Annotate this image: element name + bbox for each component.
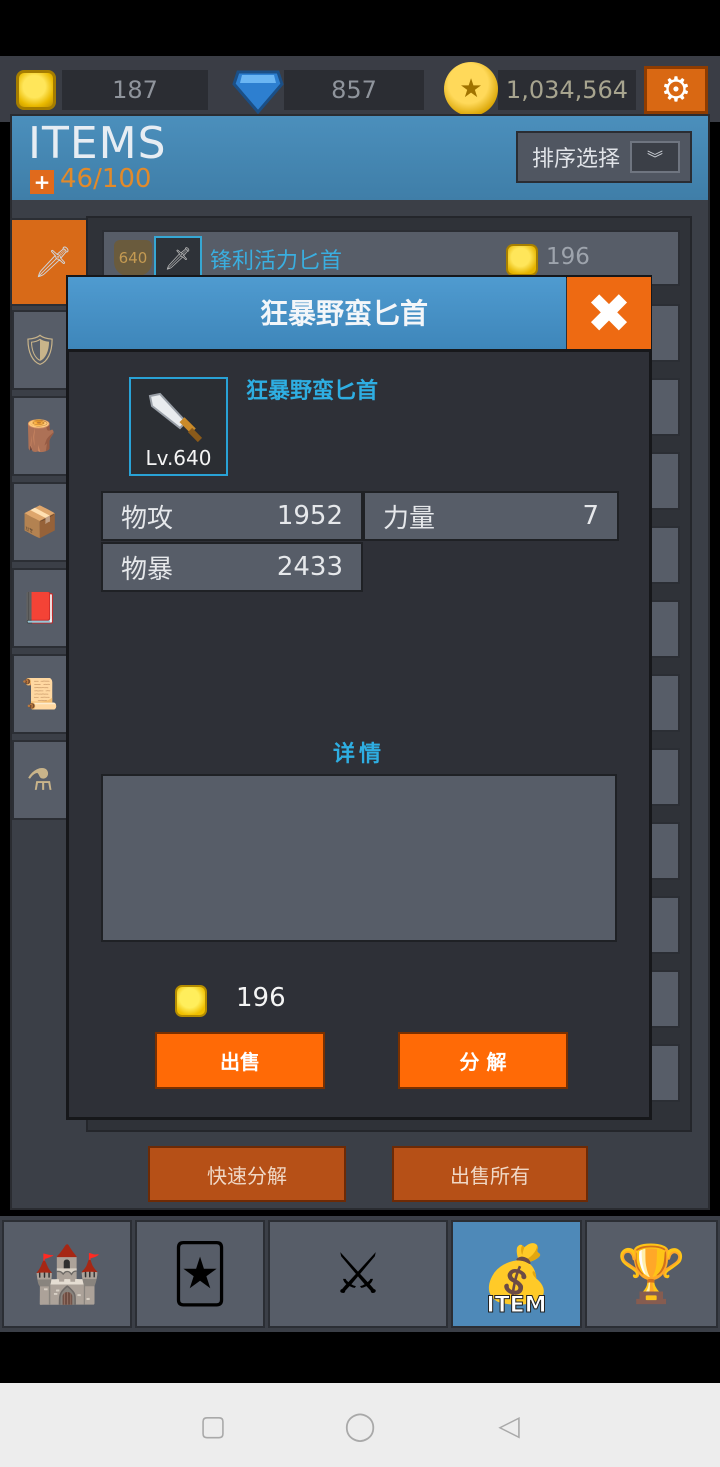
item-level: Lv.640 <box>145 446 212 470</box>
list-item[interactable] <box>652 1044 680 1102</box>
nav-castle[interactable]: 🏰 <box>2 1220 132 1328</box>
divider <box>68 349 650 352</box>
list-item[interactable] <box>652 304 680 362</box>
sell-button[interactable]: 出售 <box>155 1032 325 1089</box>
item-level-badge: 640 <box>114 240 152 276</box>
wood-log-icon: 🪵 <box>21 418 59 454</box>
nav-battle[interactable]: ⚔ <box>268 1220 448 1328</box>
sell-all-button[interactable]: 出售所有 <box>392 1146 588 1202</box>
close-button[interactable]: ✖ <box>567 277 651 349</box>
sort-label: 排序选择 <box>532 147 621 172</box>
circle-icon: ◯ <box>344 1408 376 1442</box>
tab-materials[interactable]: 🪵 <box>12 396 68 476</box>
coins-value: 187 <box>62 70 208 110</box>
tab-scrolls[interactable]: 📜 <box>12 654 68 734</box>
stat-value: 2433 <box>276 552 343 582</box>
square-icon: ▢ <box>199 1408 227 1442</box>
stat-physical-attack: 物攻 1952 <box>101 491 363 541</box>
tab-potions[interactable]: ⚗ <box>12 740 68 820</box>
list-item[interactable] <box>652 600 680 658</box>
sell-price: 196 <box>236 983 286 1013</box>
chest-icon: 📦 <box>21 504 59 540</box>
stat-label: 物暴 <box>121 554 174 585</box>
gold-star-icon: ★ <box>444 62 498 116</box>
list-item-price: 196 <box>546 244 590 270</box>
settings-button[interactable]: ⚙ <box>644 66 708 114</box>
potion-icon: ⚗ <box>26 762 54 798</box>
back-triangle-icon: ◁ <box>498 1408 520 1442</box>
nav-trophy[interactable]: 🏆 <box>585 1220 718 1328</box>
modal-title: 狂暴野蛮匕首 <box>259 297 428 330</box>
chevron-down-icon: ︾ <box>630 141 680 173</box>
list-item[interactable] <box>652 896 680 954</box>
item-name: 狂暴野蛮匕首 <box>246 379 379 404</box>
stat-strength: 力量 7 <box>363 491 619 541</box>
stat-value: 7 <box>582 501 599 531</box>
decompose-button[interactable]: 分 解 <box>398 1032 568 1089</box>
recent-apps-button[interactable]: ▢ <box>196 1408 230 1442</box>
tab-armor[interactable]: 🛡 <box>12 310 68 390</box>
nav-items[interactable]: 💰 ITEM <box>451 1220 582 1328</box>
game-screen: 187 857 ★ 1,034,564 ⚙ ITEMS + 46/100 排序选… <box>0 0 720 1467</box>
back-button[interactable]: ◁ <box>492 1408 526 1442</box>
gems-value: 857 <box>284 70 424 110</box>
list-item[interactable] <box>652 674 680 732</box>
scroll-icon: 📜 <box>21 676 59 712</box>
inventory-capacity: 46/100 <box>60 164 152 194</box>
tab-books[interactable]: 📕 <box>12 568 68 648</box>
stat-label: 力量 <box>383 503 436 534</box>
tab-chests[interactable]: 📦 <box>12 482 68 562</box>
gold-value: 1,034,564 <box>498 70 636 110</box>
stat-label: 物攻 <box>121 503 174 534</box>
sort-select-button[interactable]: 排序选择 ︾ <box>516 131 692 183</box>
trophy-icon: 🏆 <box>616 1242 687 1307</box>
coin-icon <box>175 985 207 1017</box>
stat-physical-crit: 物暴 2433 <box>101 542 363 592</box>
shield-icon: 🛡 <box>20 332 60 368</box>
list-item[interactable] <box>652 526 680 584</box>
crossed-swords-icon: ⚔ <box>332 1241 384 1307</box>
list-item[interactable] <box>652 748 680 806</box>
details-box <box>101 774 617 942</box>
gem-icon <box>232 70 284 114</box>
home-button[interactable]: ◯ <box>343 1408 377 1442</box>
close-icon: ✖ <box>586 281 632 345</box>
list-item[interactable] <box>652 970 680 1028</box>
plus-icon[interactable]: + <box>30 170 54 194</box>
castle-icon: 🏰 <box>32 1242 102 1307</box>
details-heading: 详情 <box>332 742 385 767</box>
nav-cards[interactable]: 🃏 <box>135 1220 265 1328</box>
coin-icon <box>16 70 56 110</box>
coin-icon <box>506 244 538 276</box>
gear-icon: ⚙ <box>660 70 692 110</box>
nav-items-label: ITEM <box>486 1293 547 1319</box>
list-item[interactable] <box>652 452 680 510</box>
card-icon: 🃏 <box>171 1241 229 1307</box>
quick-decompose-button[interactable]: 快速分解 <box>148 1146 346 1202</box>
dagger-icon <box>148 392 203 443</box>
stat-value: 1952 <box>276 501 343 531</box>
list-item-name: 锋利活力匕首 <box>210 249 343 274</box>
items-title: ITEMS <box>28 118 167 169</box>
book-icon: 📕 <box>21 590 59 626</box>
list-item[interactable] <box>652 378 680 436</box>
list-item[interactable] <box>652 822 680 880</box>
